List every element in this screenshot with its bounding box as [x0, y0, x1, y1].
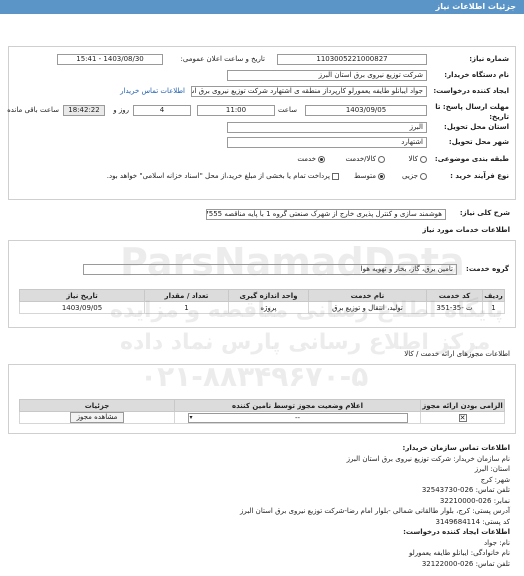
col-unit: واحد اندازه گیری	[228, 289, 309, 302]
deadline-date-field: 1403/09/05	[305, 105, 427, 116]
buyer-contact-line: نمابر: 026-32210000	[439, 496, 510, 505]
permits-table: الزامی بودن ارائه مجوز اعلام وضعیت مجوز …	[19, 399, 505, 424]
permits-title: اطلاعات مجوزهای ارائه خدمت / کالا	[404, 350, 510, 358]
cell-row: 1	[482, 301, 505, 314]
chevron-down-icon: ▾	[189, 413, 193, 421]
col-status: اعلام وضعیت مجوز توسط نامین کننده	[174, 399, 421, 412]
cell-qty: 1	[144, 301, 229, 314]
services-table-wrap: ردیف کد خدمت نام خدمت واحد اندازه گیری ت…	[19, 289, 505, 314]
buyer-contact-line: استان: البرز	[474, 465, 510, 473]
summary-field: هوشمند سازی و کنترل پذیری خارج از شهرک ص…	[206, 209, 446, 220]
radio-selected-icon	[378, 172, 385, 180]
cell-name: تولید، انتقال و توزیع برق	[308, 301, 427, 314]
category-option-service[interactable]: خدمت	[297, 153, 325, 165]
buyer-contact-line: شهر: کرج	[480, 475, 510, 484]
table-row: ✕ -- ▾ مشاهده مجوز	[19, 411, 505, 424]
treasury-payment-checkbox[interactable]: پرداخت تمام یا بخشی از مبلغ خرید،از محل …	[107, 170, 339, 182]
deadline-time-label: ساعت	[277, 106, 297, 114]
permits-table-header: الزامی بودن ارائه مجوز اعلام وضعیت مجوز …	[19, 399, 505, 412]
services-title: اطلاعات خدمات مورد نیاز	[422, 226, 510, 234]
province-label: استان محل تحویل:	[444, 123, 509, 131]
category-option-goods[interactable]: کالا	[409, 153, 427, 165]
creator-contact-title: اطلاعات ایجاد کننده درخواست:	[403, 528, 510, 536]
buyer-contact-line: کد پستی: 3149684114	[435, 517, 510, 526]
creator-field: جواد ایبانلو طایفه یعمورلو کارپرداز منطق…	[191, 86, 427, 97]
col-date: تاریخ نیاز	[19, 289, 145, 302]
table-row: 1 ت -35-351 تولید، انتقال و توزیع برق پر…	[19, 301, 505, 314]
page-header: جزئیات اطلاعات نیاز	[0, 0, 524, 14]
city-field: اشتهارد	[227, 137, 427, 148]
cell-code: ت -35-351	[426, 301, 483, 314]
need-no-label: شماره نیاز:	[469, 55, 509, 63]
category-option-goods-service[interactable]: کالا/خدمت	[346, 153, 385, 165]
category-label: طبقه بندی موضوعی:	[434, 155, 509, 163]
process-option-minor[interactable]: جزیی	[402, 170, 427, 182]
view-permit-button[interactable]: مشاهده مجوز	[69, 412, 125, 423]
radio-icon	[378, 155, 385, 163]
cell-required: ✕	[420, 411, 505, 424]
services-panel: گروه خدمت: تامین برق، گاز، بخار و تهویه …	[8, 240, 516, 328]
col-details: جزئیات	[19, 399, 175, 412]
remaining-label: ساعت باقی مانده	[7, 106, 59, 114]
creator-contact-line: نام خانوادگی: ایبانلو طایفه یعمورلو	[408, 549, 510, 557]
permit-status-value: --	[294, 413, 301, 422]
creator-contact-line: نام: جواد	[483, 538, 510, 547]
cell-details: مشاهده مجوز	[19, 411, 175, 424]
province-field: البرز	[227, 122, 427, 133]
buyer-label: نام دستگاه خریدار:	[444, 71, 509, 79]
col-qty: تعداد / مقدار	[144, 289, 229, 302]
service-group-label: گروه خدمت:	[466, 265, 509, 273]
col-required: الزامی بودن ارائه مجوز	[420, 399, 505, 412]
creator-label: ایجاد کننده درخواست:	[433, 87, 509, 95]
col-name: نام خدمت	[308, 289, 427, 302]
permit-status-select[interactable]: -- ▾	[187, 412, 408, 423]
cell-date: 1403/09/05	[19, 301, 145, 314]
creator-contact-line: تلفن تماس: 026-32122000	[421, 559, 510, 568]
remaining-time-field: 18:42:22	[63, 105, 105, 116]
city-label: شهر محل تحویل:	[448, 138, 509, 146]
services-table: ردیف کد خدمت نام خدمت واحد اندازه گیری ت…	[19, 289, 505, 314]
buyer-contact-line: نام سازمان خریدار: شرکت توزیع نیروی برق …	[346, 454, 510, 463]
need-no-field: 1103005221000827	[277, 54, 427, 65]
days-field: 4	[133, 105, 191, 116]
deadline-time-field: 11:00	[197, 105, 275, 116]
announce-label: تاریخ و ساعت اعلان عمومی:	[180, 55, 265, 63]
cell-status: -- ▾	[174, 411, 421, 424]
summary-label: شرح کلی نیاز:	[459, 209, 510, 217]
col-row: ردیف	[482, 289, 505, 302]
days-label: روز و	[113, 106, 129, 114]
permits-panel: الزامی بودن ارائه مجوز اعلام وضعیت مجوز …	[8, 364, 516, 434]
cell-unit: پروژه	[228, 301, 309, 314]
buyer-contact-link[interactable]: اطلاعات تماس خریدار	[120, 85, 185, 97]
buyer-contact-section: اطلاعات تماس سازمان خریدار: نام سازمان خ…	[240, 443, 510, 569]
page-title: جزئیات اطلاعات نیاز	[435, 2, 516, 11]
buyer-field: شرکت توزیع نیروی برق استان البرز	[227, 70, 427, 81]
process-label: نوع فرآیند خرید :	[450, 172, 509, 180]
service-group-field: تامین برق، گاز، بخار و تهویه هوا	[83, 264, 457, 275]
radio-selected-icon	[318, 155, 325, 163]
permits-table-wrap: الزامی بودن ارائه مجوز اعلام وضعیت مجوز …	[19, 399, 505, 424]
buyer-contact-line: تلفن تماس: 026-32543730	[421, 486, 510, 494]
checkbox-icon: ✕	[458, 413, 467, 422]
radio-icon	[420, 155, 427, 163]
services-table-header: ردیف کد خدمت نام خدمت واحد اندازه گیری ت…	[19, 289, 505, 302]
need-info-panel: شماره نیاز: 1103005221000827 تاریخ و ساع…	[7, 46, 516, 200]
buyer-contact-line: آدرس پستی: کرج، بلوار طالقانی شمالی -بلو…	[240, 507, 510, 515]
buyer-contact-title: اطلاعات تماس سازمان خریدار:	[402, 444, 510, 452]
process-option-medium[interactable]: متوسط	[354, 170, 385, 182]
col-code: کد خدمت	[426, 289, 483, 302]
announce-field: 1403/08/30 - 15:41	[57, 54, 163, 65]
checkbox-icon	[332, 172, 339, 180]
radio-icon	[420, 172, 427, 180]
